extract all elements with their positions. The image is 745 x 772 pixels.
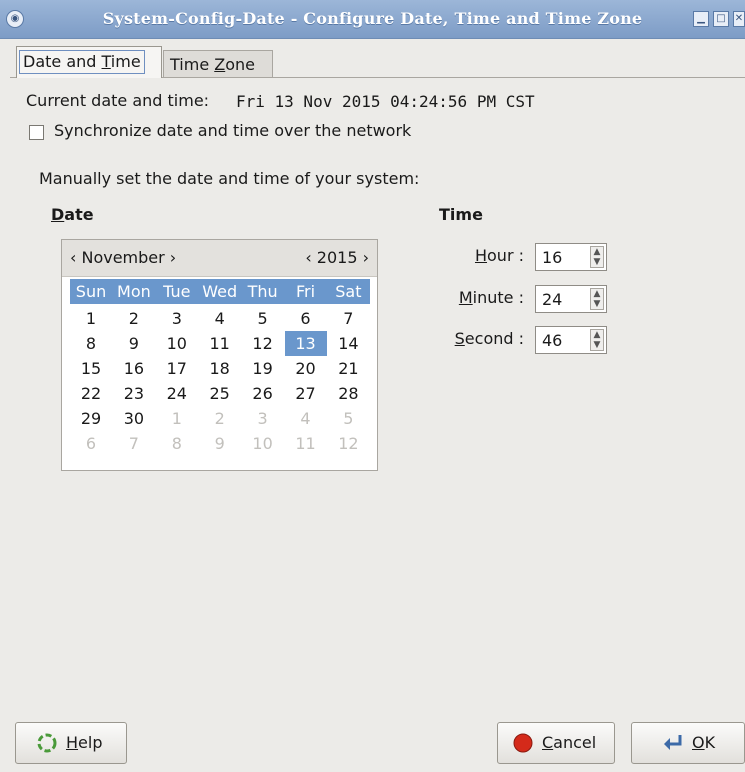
weekday-label: Mon	[117, 282, 151, 301]
hour-value[interactable]: 16	[542, 248, 562, 267]
calendar-day[interactable]: 22	[70, 381, 112, 406]
tab-date-and-time[interactable]: Date and Time	[16, 46, 162, 78]
calendar-day[interactable]: 24	[156, 381, 198, 406]
calendar-day[interactable]: 2	[113, 306, 155, 331]
calendar-day[interactable]: 5	[242, 306, 284, 331]
weekday-header: Sun Mon Tue Wed Thu Fri Sat	[70, 279, 370, 304]
calendar-day[interactable]: 3	[242, 406, 284, 431]
calendar-day[interactable]: 6	[70, 431, 112, 456]
minute-spinner[interactable]: 24 ▲ ▼	[535, 285, 607, 313]
calendar-day[interactable]: 8	[156, 431, 198, 456]
help-button[interactable]: Help	[15, 722, 127, 764]
calendar-day[interactable]: 4	[199, 306, 241, 331]
calendar-day[interactable]: 1	[70, 306, 112, 331]
date-heading: Date	[51, 205, 94, 224]
minute-value[interactable]: 24	[542, 290, 562, 309]
calendar-day[interactable]: 9	[113, 331, 155, 356]
weekday-label: Sat	[335, 282, 362, 301]
calendar-day[interactable]: 29	[70, 406, 112, 431]
calendar-day[interactable]: 11	[285, 431, 327, 456]
calendar-day[interactable]: 8	[70, 331, 112, 356]
calendar-day[interactable]: 21	[327, 356, 369, 381]
calendar-day[interactable]: 16	[113, 356, 155, 381]
minute-label: Minute :	[458, 288, 524, 307]
calendar-day[interactable]: 6	[285, 306, 327, 331]
calendar-day[interactable]: 12	[327, 431, 369, 456]
calendar-day[interactable]: 20	[285, 356, 327, 381]
calendar-day[interactable]: 5	[327, 406, 369, 431]
tab-label: Date and Time	[19, 50, 145, 74]
calendar-day[interactable]: 12	[242, 331, 284, 356]
calendar-day[interactable]: 4	[285, 406, 327, 431]
close-icon[interactable]: ✕	[733, 11, 745, 27]
second-spin-arrows-icon[interactable]: ▲ ▼	[590, 329, 604, 351]
cancel-icon	[513, 733, 533, 753]
weekday-label: Thu	[247, 282, 278, 301]
ok-button[interactable]: OK	[631, 722, 745, 764]
minute-spin-arrows-icon[interactable]: ▲ ▼	[590, 288, 604, 310]
calendar-day[interactable]: 14	[327, 331, 369, 356]
help-label: Help	[66, 733, 103, 752]
second-label: Second :	[454, 329, 524, 348]
calendar-day[interactable]: 30	[113, 406, 155, 431]
calendar-day[interactable]: 26	[242, 381, 284, 406]
calendar: ‹ November › ‹ 2015 › Sun Mon Tue Wed Thu Fri…	[61, 239, 378, 471]
window-title: System-Config-Date - Configure Date, Tim…	[102, 9, 643, 28]
calendar-day[interactable]: 18	[199, 356, 241, 381]
weekday-label: Sun	[75, 282, 107, 301]
calendar-day[interactable]: 2	[199, 406, 241, 431]
calendar-day[interactable]: 15	[70, 356, 112, 381]
calendar-day[interactable]: 25	[199, 381, 241, 406]
button-bar: Help Cancel OK	[0, 706, 745, 772]
hour-spin-arrows-icon[interactable]: ▲ ▼	[590, 246, 604, 268]
tab-time-zone[interactable]: Time Zone	[163, 50, 273, 78]
sync-checkbox[interactable]	[29, 125, 44, 140]
year-selector[interactable]: ‹ 2015 ›	[305, 248, 369, 267]
cancel-label: Cancel	[542, 733, 597, 752]
calendar-day[interactable]: 3	[156, 306, 198, 331]
weekday-label: Fri	[295, 282, 316, 301]
current-datetime-value: Fri 13 Nov 2015 04:24:56 PM CST	[236, 92, 535, 111]
help-icon	[37, 733, 57, 753]
minimize-icon[interactable]: ▁	[693, 11, 709, 27]
month-selector[interactable]: ‹ November ›	[70, 248, 176, 267]
weekday-label: Wed	[202, 282, 238, 301]
calendar-day[interactable]: 17	[156, 356, 198, 381]
calendar-day[interactable]: 19	[242, 356, 284, 381]
calendar-day[interactable]: 1	[156, 406, 198, 431]
second-spinner[interactable]: 46 ▲ ▼	[535, 326, 607, 354]
maximize-icon[interactable]: □	[713, 11, 729, 27]
weekday-label: Tue	[163, 282, 191, 301]
calendar-day-selected[interactable]: 13	[284, 331, 327, 356]
calendar-day[interactable]: 28	[327, 381, 369, 406]
ok-return-icon	[664, 735, 682, 750]
calendar-day[interactable]: 9	[199, 431, 241, 456]
calendar-day[interactable]: 27	[285, 381, 327, 406]
calendar-day[interactable]: 7	[113, 431, 155, 456]
second-value[interactable]: 46	[542, 331, 562, 350]
calendar-header: ‹ November › ‹ 2015 ›	[62, 240, 377, 277]
ok-label: OK	[692, 733, 716, 752]
cancel-button[interactable]: Cancel	[497, 722, 615, 764]
hour-label: Hour :	[474, 246, 524, 265]
date-time-panel: Current date and time: Fri 13 Nov 2015 0…	[10, 77, 745, 708]
time-heading: Time	[439, 205, 483, 224]
calendar-day[interactable]: 7	[327, 306, 369, 331]
calendar-day[interactable]: 10	[156, 331, 198, 356]
manual-set-label: Manually set the date and time of your s…	[39, 169, 420, 188]
calendar-day[interactable]: 23	[113, 381, 155, 406]
calendar-day[interactable]: 10	[242, 431, 284, 456]
title-bar: ◉ System-Config-Date - Configure Date, T…	[0, 0, 745, 39]
hour-spinner[interactable]: 16 ▲ ▼	[535, 243, 607, 271]
calendar-day[interactable]: 11	[199, 331, 241, 356]
current-datetime-label: Current date and time:	[26, 91, 210, 110]
sync-checkbox-label[interactable]: Synchronize date and time over the netwo…	[54, 121, 411, 140]
